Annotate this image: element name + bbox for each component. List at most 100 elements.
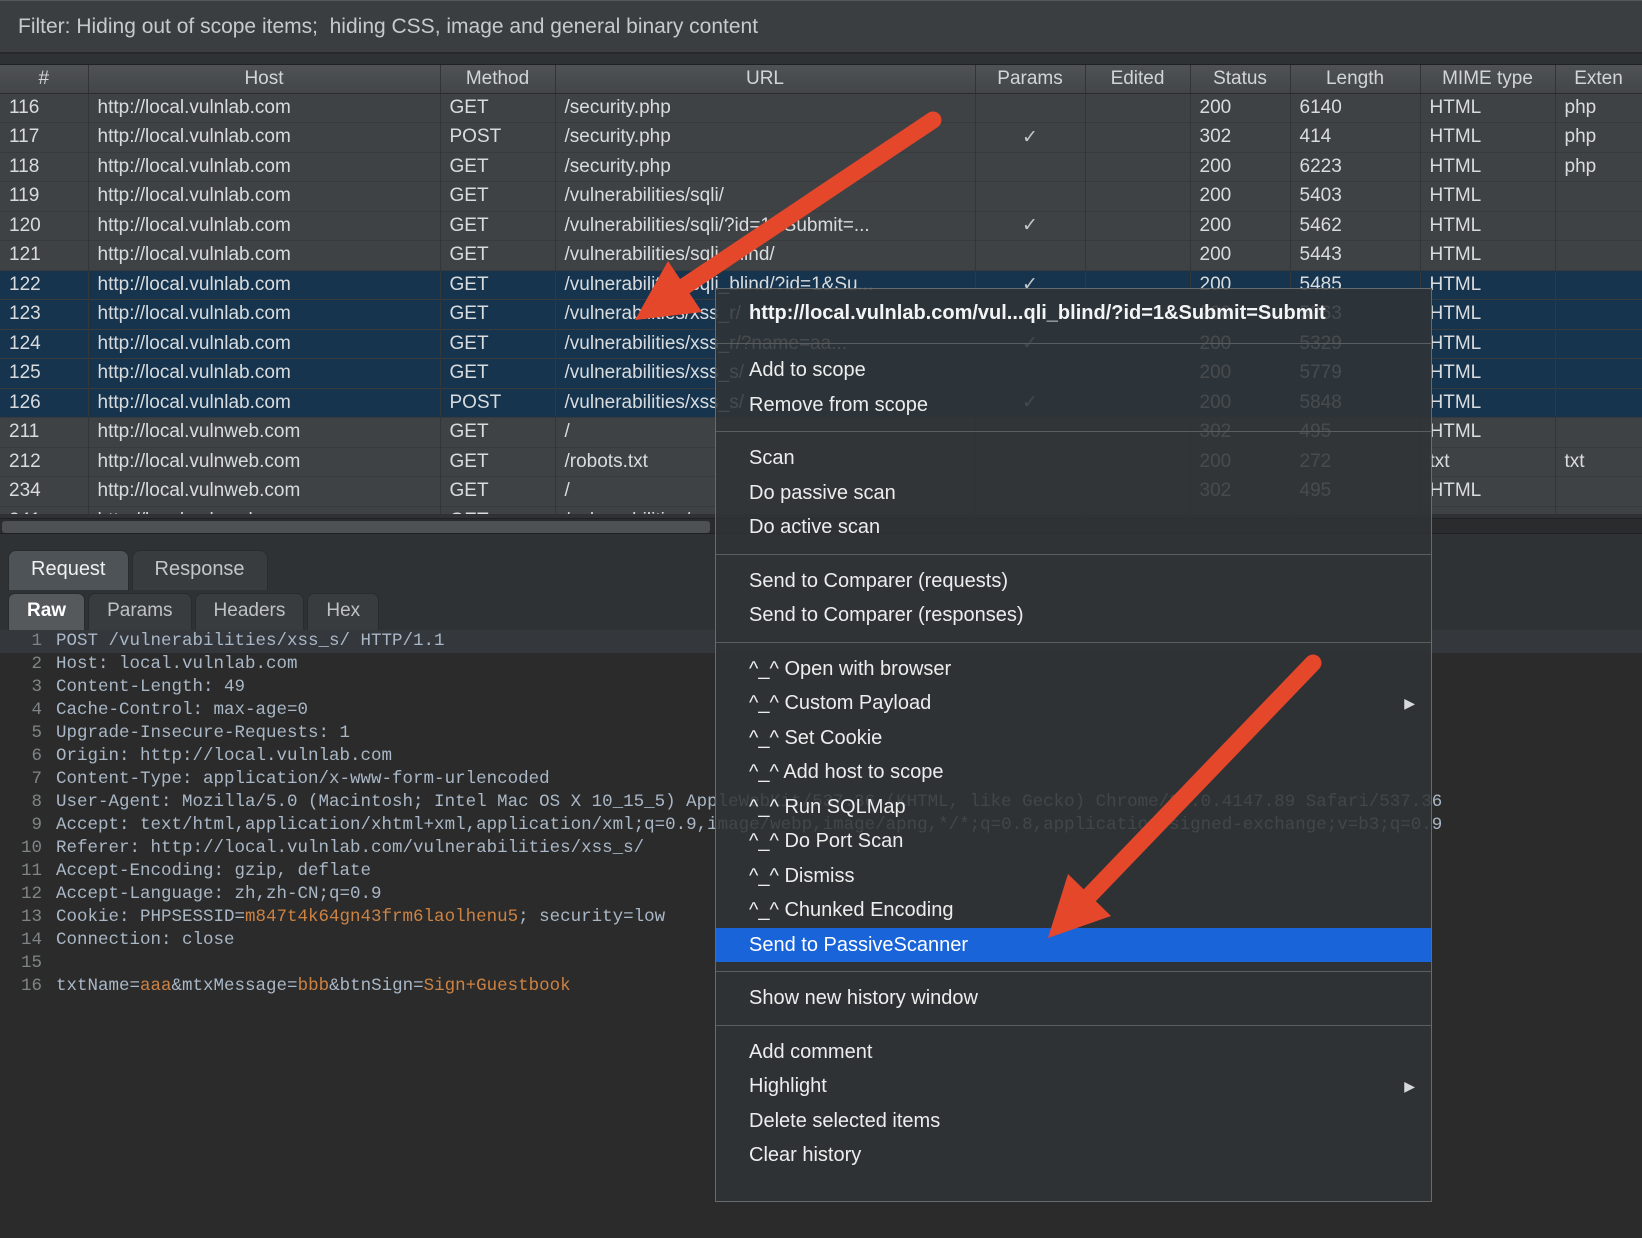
cell-mime: HTML (1420, 300, 1555, 330)
cell-url: /security.php (555, 123, 975, 153)
cell-method: GET (440, 418, 555, 448)
tab-raw[interactable]: Raw (8, 593, 85, 630)
cell-host: http://local.vulnweb.com (88, 447, 440, 477)
cell-ext (1555, 388, 1642, 418)
line-number: 10 (0, 837, 56, 860)
column-header-host[interactable]: Host (88, 65, 440, 93)
cell-length: 414 (1290, 123, 1420, 153)
menu-item-do-port-scan[interactable]: ^_^ Do Port Scan (716, 824, 1431, 859)
cell-mime: HTML (1420, 93, 1555, 123)
cell-mime: HTML (1420, 182, 1555, 212)
cell-num: 122 (0, 270, 88, 300)
line-number: 15 (0, 952, 56, 975)
history-row-117[interactable]: 117http://local.vulnlab.comPOST/security… (0, 123, 1642, 153)
cell-length: 5403 (1290, 182, 1420, 212)
menu-item-do-passive-scan[interactable]: Do passive scan (716, 476, 1431, 511)
cell-length: 6140 (1290, 93, 1420, 123)
column-header-method[interactable]: Method (440, 65, 555, 93)
line-number: 1 (0, 630, 56, 653)
filter-bar[interactable]: Filter: Hiding out of scope items; hidin… (0, 0, 1642, 54)
cell-ext (1555, 506, 1642, 514)
menu-item-open-with-browser[interactable]: ^_^ Open with browser (716, 652, 1431, 687)
line-text: Connection: close (56, 929, 235, 952)
cell-params: ✓ (975, 123, 1085, 153)
cell-params (975, 93, 1085, 123)
cell-ext (1555, 477, 1642, 507)
cell-params: ✓ (975, 211, 1085, 241)
menu-item-send-to-comparer-responses[interactable]: Send to Comparer (responses) (716, 598, 1431, 633)
menu-item-clear-history[interactable]: Clear history (716, 1138, 1431, 1173)
line-text: Host: local.vulnlab.com (56, 653, 298, 676)
menu-separator (716, 554, 1431, 555)
history-row-121[interactable]: 121http://local.vulnlab.comGET/vulnerabi… (0, 241, 1642, 271)
history-row-116[interactable]: 116http://local.vulnlab.comGET/security.… (0, 93, 1642, 123)
menu-item-delete-selected-items[interactable]: Delete selected items (716, 1104, 1431, 1139)
cell-method: GET (440, 152, 555, 182)
cell-method: POST (440, 388, 555, 418)
cell-num: 212 (0, 447, 88, 477)
column-header-exten[interactable]: Exten (1555, 65, 1642, 93)
line-text: Referer: http://local.vulnlab.com/vulner… (56, 837, 644, 860)
menu-item-run-sqlmap[interactable]: ^_^ Run SQLMap (716, 790, 1431, 825)
column-header-params[interactable]: Params (975, 65, 1085, 93)
cell-ext (1555, 359, 1642, 389)
tab-params[interactable]: Params (88, 593, 191, 630)
line-number: 13 (0, 906, 56, 929)
tab-hex[interactable]: Hex (307, 593, 379, 630)
tab-request[interactable]: Request (8, 550, 129, 590)
menu-item-scan[interactable]: Scan (716, 441, 1431, 476)
column-header-length[interactable]: Length (1290, 65, 1420, 93)
cell-status: 302 (1190, 123, 1290, 153)
menu-item-set-cookie[interactable]: ^_^ Set Cookie (716, 721, 1431, 756)
cell-length: 5443 (1290, 241, 1420, 271)
menu-item-add-comment[interactable]: Add comment (716, 1035, 1431, 1070)
cell-mime: HTML (1420, 211, 1555, 241)
cell-ext (1555, 329, 1642, 359)
cell-host: http://local.vulnlab.com (88, 300, 440, 330)
cell-num: 116 (0, 93, 88, 123)
history-row-120[interactable]: 120http://local.vulnlab.comGET/vulnerabi… (0, 211, 1642, 241)
check-icon: ✓ (1022, 215, 1038, 236)
column-header-url[interactable]: URL (555, 65, 975, 93)
cell-mime: HTML (1420, 477, 1555, 507)
menu-item-custom-payload[interactable]: ^_^ Custom Payload▶ (716, 686, 1431, 721)
menu-item-dismiss[interactable]: ^_^ Dismiss (716, 859, 1431, 894)
cell-num: 123 (0, 300, 88, 330)
line-text: POST /vulnerabilities/xss_s/ HTTP/1.1 (56, 630, 445, 653)
tab-headers[interactable]: Headers (195, 593, 305, 630)
cell-ext (1555, 211, 1642, 241)
menu-item-send-to-passivescanner[interactable]: Send to PassiveScanner (716, 928, 1431, 963)
history-row-119[interactable]: 119http://local.vulnlab.comGET/vulnerabi… (0, 182, 1642, 212)
scrollbar-thumb[interactable] (2, 521, 710, 533)
line-text: Content-Type: application/x-www-form-url… (56, 768, 550, 791)
submenu-arrow-icon: ▶ (1404, 1069, 1415, 1104)
cell-ext (1555, 270, 1642, 300)
cell-host: http://local.vulnlab.com (88, 270, 440, 300)
line-text: Cookie: PHPSESSID=m847t4k64gn43frm6laolh… (56, 906, 665, 929)
cell-edited (1085, 152, 1190, 182)
cell-host: http://local.vulnlab.com (88, 241, 440, 271)
menu-item-send-to-comparer-requests[interactable]: Send to Comparer (requests) (716, 564, 1431, 599)
menu-item-do-active-scan[interactable]: Do active scan (716, 510, 1431, 545)
menu-item-add-to-scope[interactable]: Add to scope (716, 353, 1431, 388)
column-header-edited[interactable]: Edited (1085, 65, 1190, 93)
column-header-item[interactable]: # (0, 65, 88, 93)
column-header-status[interactable]: Status (1190, 65, 1290, 93)
column-header-mime-type[interactable]: MIME type (1420, 65, 1555, 93)
cell-url: /security.php (555, 152, 975, 182)
cell-url: /vulnerabilities/sqli/ (555, 182, 975, 212)
cell-method: POST (440, 123, 555, 153)
menu-item-add-host-to-scope[interactable]: ^_^ Add host to scope (716, 755, 1431, 790)
menu-item-chunked-encoding[interactable]: ^_^ Chunked Encoding (716, 893, 1431, 928)
line-number: 6 (0, 745, 56, 768)
cell-method: GET (440, 300, 555, 330)
menu-item-show-new-history-window[interactable]: Show new history window (716, 981, 1431, 1016)
menu-separator (716, 343, 1431, 344)
cell-params (975, 152, 1085, 182)
tab-response[interactable]: Response (132, 550, 268, 590)
cell-status: 200 (1190, 93, 1290, 123)
menu-item-remove-from-scope[interactable]: Remove from scope (716, 388, 1431, 423)
menu-item-highlight[interactable]: Highlight▶ (716, 1069, 1431, 1104)
cell-num: 211 (0, 418, 88, 448)
history-row-118[interactable]: 118http://local.vulnlab.comGET/security.… (0, 152, 1642, 182)
